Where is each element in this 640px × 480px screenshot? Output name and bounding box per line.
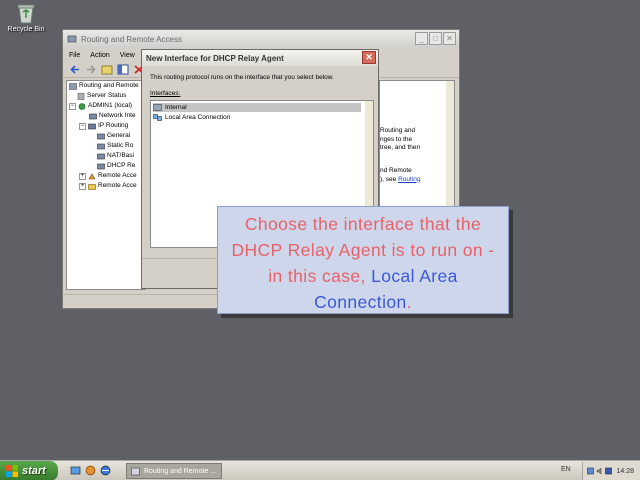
language-indicator[interactable]: EN xyxy=(561,466,571,473)
taskbar-clock: 14:28 xyxy=(616,467,634,475)
up-folder-icon[interactable] xyxy=(101,64,113,75)
rras-node-icon xyxy=(69,82,77,90)
tree-item-nat-basic-firewall[interactable]: NAT/Basi xyxy=(67,151,145,161)
tree-item-label: Network Inte xyxy=(99,112,136,119)
tree-item-label: Remote Acce xyxy=(98,182,137,189)
tree-item-ip-routing[interactable]: − IP Routing xyxy=(67,121,145,131)
back-arrow-icon[interactable] xyxy=(69,64,81,75)
tree-item-dhcp-relay-agent[interactable]: DHCP Re xyxy=(67,161,145,171)
collapse-toggle[interactable]: − xyxy=(79,122,86,130)
tree-item-network-interfaces[interactable]: Network Inte xyxy=(67,111,145,121)
main-window-title: Routing and Remote Access xyxy=(81,34,182,44)
static-routes-icon xyxy=(97,143,105,149)
dialog-title: New Interface for DHCP Relay Agent xyxy=(146,53,284,63)
interface-item-local-area-connection[interactable]: Local Area Connection xyxy=(153,113,230,122)
system-tray: 14:28 xyxy=(582,462,640,480)
remote-access-policies-icon xyxy=(88,172,96,179)
tree-item-label: General xyxy=(107,132,131,139)
dialog-description: This routing protocol runs on the interf… xyxy=(150,74,334,81)
start-label: start xyxy=(22,465,46,477)
task-label: Routing and Remote ... xyxy=(144,467,216,475)
rras-task-icon xyxy=(131,467,140,475)
recycle-bin-label: Recycle Bin xyxy=(7,26,45,33)
tree-item-server-status[interactable]: Server Status xyxy=(67,91,145,101)
media-player-icon[interactable] xyxy=(85,465,96,476)
volume-tray-icon[interactable] xyxy=(596,467,603,475)
interfaces-label: Interfaces: xyxy=(150,90,181,97)
network-interfaces-icon xyxy=(89,113,97,119)
tree-item-label: Remote Acce xyxy=(98,172,137,179)
expand-toggle[interactable]: + xyxy=(79,172,86,180)
tree-item-label: IP Routing xyxy=(98,122,129,129)
interface-label: Local Area Connection xyxy=(165,114,231,121)
interface-item-internal[interactable]: Internal xyxy=(153,103,361,112)
network-connection-icon xyxy=(153,114,162,121)
details-text-2: nd Remote ), see Routing xyxy=(380,167,420,184)
console-tree: Routing and Remote Server Status − ADMIN… xyxy=(66,80,146,290)
interface-label: Internal xyxy=(165,104,187,111)
close-button[interactable]: ✕ xyxy=(443,32,456,45)
collapse-toggle[interactable]: − xyxy=(69,102,76,110)
network-tray-icon[interactable] xyxy=(587,467,594,475)
tree-item-label: Routing and Remote xyxy=(79,82,139,89)
tree-item-label: Static Ro xyxy=(107,142,134,149)
tree-item-label: ADMIN1 (local) xyxy=(88,102,133,109)
menu-view[interactable]: View xyxy=(120,52,135,59)
maximize-button[interactable]: □ xyxy=(429,32,442,45)
tree-item-admin1[interactable]: − ADMIN1 (local) xyxy=(67,101,145,111)
tree-item-label: NAT/Basi xyxy=(107,152,134,159)
callout-text: Choose the interface that the DHCP Relay… xyxy=(224,211,502,315)
menu-action[interactable]: Action xyxy=(90,52,109,59)
nat-icon xyxy=(97,153,105,159)
server-green-icon xyxy=(78,102,86,110)
tree-item-general[interactable]: General xyxy=(67,131,145,141)
routing-help-link[interactable]: Routing xyxy=(398,176,420,183)
menu-file[interactable]: File xyxy=(69,52,80,59)
windows-flag-icon xyxy=(6,465,18,477)
main-title-bar[interactable]: Routing and Remote Access xyxy=(63,30,459,48)
tree-item-root[interactable]: Routing and Remote xyxy=(67,81,145,91)
show-desktop-icon[interactable] xyxy=(70,465,81,476)
dialog-close-button[interactable]: ✕ xyxy=(362,51,376,64)
callout-text-part-2: . xyxy=(406,292,412,312)
dialog-title-bar[interactable]: New Interface for DHCP Relay Agent xyxy=(142,50,378,66)
dhcp-relay-icon xyxy=(97,163,105,169)
forward-arrow-icon[interactable] xyxy=(85,64,97,75)
rras-app-icon xyxy=(67,35,77,43)
tree-item-label: DHCP Re xyxy=(107,162,136,169)
start-button[interactable]: start xyxy=(0,461,58,480)
tree-item-static-routes[interactable]: Static Ro xyxy=(67,141,145,151)
tree-item-remote-access-logging[interactable]: + Remote Acce xyxy=(67,181,145,191)
recycle-bin-desktop-icon[interactable]: Recycle Bin xyxy=(6,2,46,33)
security-tray-icon[interactable] xyxy=(605,467,612,475)
internet-explorer-icon[interactable] xyxy=(100,465,111,476)
taskbar-item-rras[interactable]: Routing and Remote ... xyxy=(126,463,222,479)
tutorial-callout: Choose the interface that the DHCP Relay… xyxy=(217,206,509,314)
taskbar: start Routing and Remote ... EN 14:28 xyxy=(0,460,640,480)
folder-icon xyxy=(88,183,96,190)
tree-item-remote-access-policies[interactable]: + Remote Acce xyxy=(67,171,145,181)
show-hide-tree-icon[interactable] xyxy=(117,64,129,75)
recycle-bin-icon xyxy=(17,4,35,24)
quick-launch xyxy=(70,465,111,476)
server-status-icon xyxy=(77,92,85,100)
minimize-button[interactable]: _ xyxy=(415,32,428,45)
internal-interface-icon xyxy=(153,104,162,111)
ip-routing-icon xyxy=(88,123,96,129)
expand-toggle[interactable]: + xyxy=(79,182,86,190)
tree-item-label: Server Status xyxy=(87,92,127,99)
details-text-1: Routing and nges to the tree, and then xyxy=(380,127,421,151)
general-icon xyxy=(97,133,105,139)
